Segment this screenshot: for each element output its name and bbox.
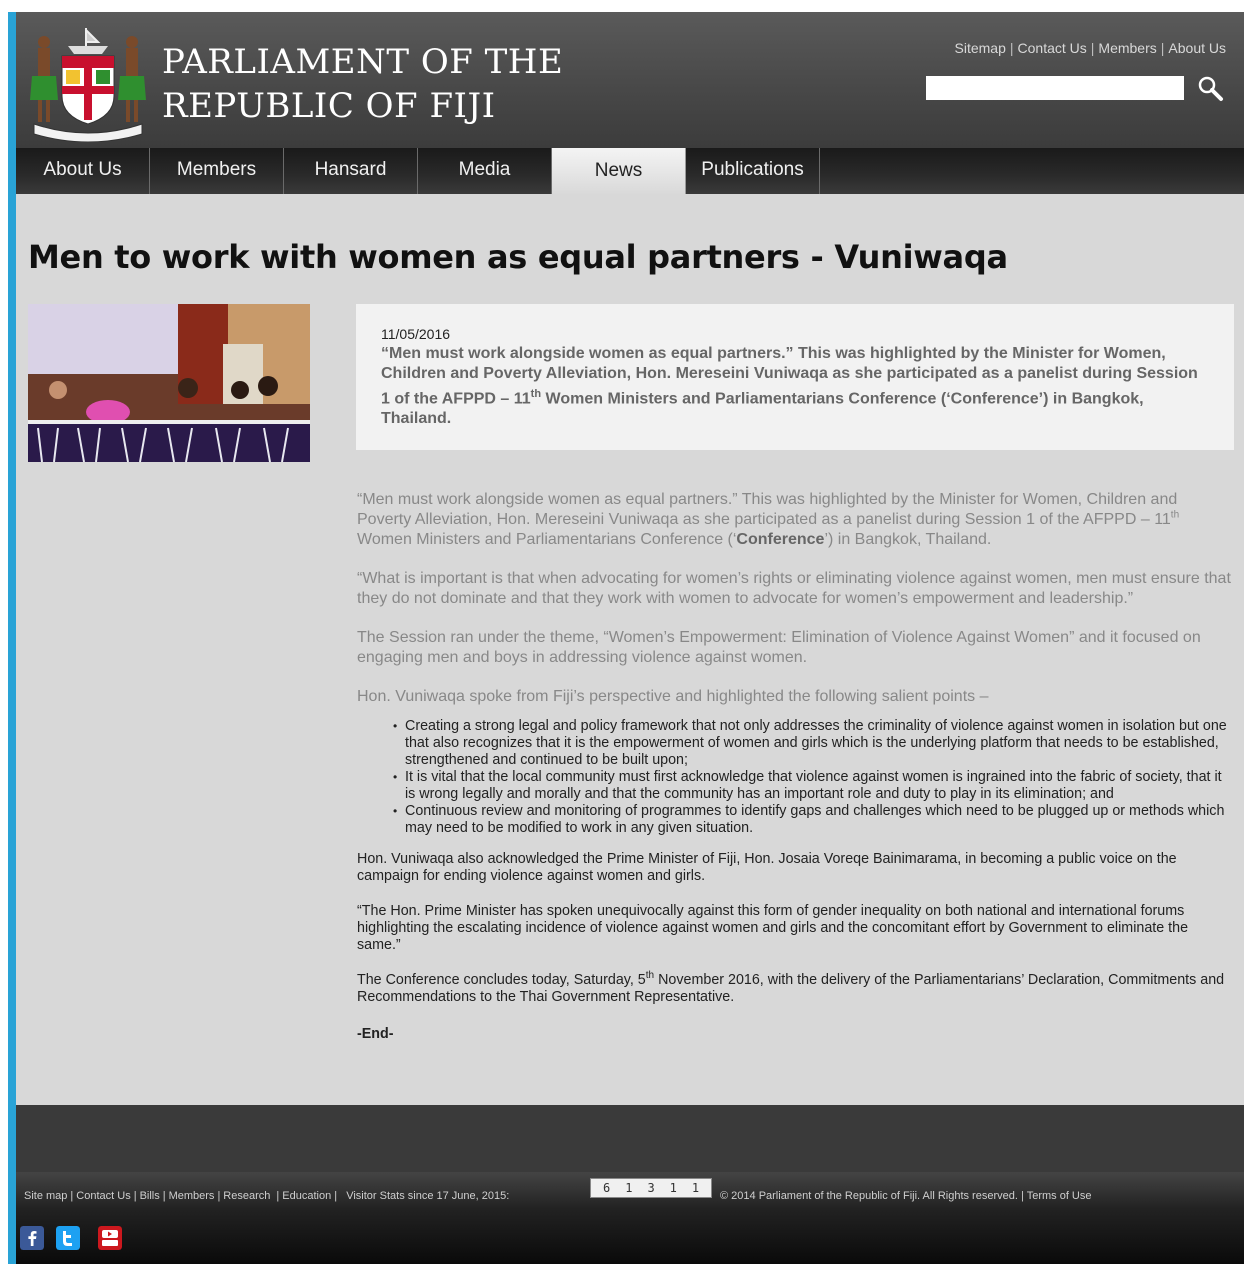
p1-text-b: Women Ministers and Parliamentarians Con… [357,531,737,548]
separator: | [273,1190,280,1202]
facebook-icon[interactable] [20,1226,44,1250]
article-end-marker: -End- [357,1026,394,1042]
separator: | [133,1190,137,1202]
visitor-counter: 61311 [590,1178,712,1198]
separator: | [1009,40,1014,56]
paragraph-7: The Conference concludes today, Saturday… [357,970,1235,1006]
magnifier-icon[interactable] [1196,74,1226,104]
footer-link-bills[interactable]: Bills [140,1190,160,1202]
separator: | [1090,40,1095,56]
visitor-stats-label: Visitor Stats since 17 June, 2015: [346,1190,510,1202]
p1-superscript: th [1170,509,1180,521]
top-links: Sitemap | Contact Us | Members | About Us [955,40,1226,56]
footer-links: Site map | Contact Us | Bills | Members | Resear… [24,1190,509,1202]
separator: | [1160,40,1165,56]
site-title-line2: REPUBLIC OF FIJI [162,86,496,126]
nav-about-us[interactable]: About Us [16,148,150,194]
copyright-text: © 2014 Parliament of the Republic of Fij… [720,1190,1018,1202]
top-link-members[interactable]: Members [1098,40,1156,56]
p1-bold: Conference [736,531,825,548]
footer-link-site-map[interactable]: Site map [24,1190,67,1202]
main-nav: About Us Members Hansard Media News Publ… [16,148,1244,194]
article-body: “Men must work alongside women as equal … [357,490,1235,1063]
paragraph-4: Hon. Vuniwaqa spoke from Fiji’s perspect… [357,688,989,705]
fiji-coat-of-arms-logo[interactable] [28,24,148,142]
nav-news[interactable]: News [552,148,686,194]
p1-text-a: “Men must work alongside women as equal … [357,491,1178,528]
footer-link-contact-us[interactable]: Contact Us [76,1190,130,1202]
separator: | [334,1190,338,1202]
article-lead: “Men must work alongside women as equal … [381,344,1210,429]
list-item: It is vital that the local community mus… [393,769,1235,803]
lead-superscript: th [530,388,542,400]
footer-link-terms-of-use[interactable]: Terms of Use [1027,1190,1092,1202]
site-title[interactable]: PARLIAMENT OF THE REPUBLIC OF FIJI [162,40,563,128]
youtube-icon[interactable] [98,1226,122,1250]
search-input[interactable] [926,76,1184,100]
top-link-contact-us[interactable]: Contact Us [1018,40,1087,56]
article-photo [28,304,310,462]
separator: | [1020,1190,1024,1202]
p1-text-c: ’) in Bangkok, Thailand. [824,531,992,548]
footer-link-research[interactable]: Research [223,1190,270,1202]
article-date: 11/05/2016 [381,326,451,342]
site-title-line1: PARLIAMENT OF THE [162,42,564,82]
nav-members[interactable]: Members [150,148,284,194]
list-item: Creating a strong legal and policy frame… [393,718,1235,769]
paragraph-5: Hon. Vuniwaqa also acknowledged the Prim… [357,851,1177,884]
paragraph-2: “What is important is that when advocati… [357,570,1231,607]
salient-points-list: Creating a strong legal and policy frame… [357,718,1235,837]
p7-superscript: th [645,970,655,982]
article-summary-box: 11/05/2016 “Men must work alongside wome… [356,304,1234,450]
nav-media[interactable]: Media [418,148,552,194]
p7-text-a: The Conference concludes today, Saturday… [357,972,646,988]
paragraph-1: “Men must work alongside women as equal … [357,490,1235,550]
footer-link-education[interactable]: Education [282,1190,331,1202]
nav-publications[interactable]: Publications [686,148,820,194]
top-link-about-us[interactable]: About Us [1168,40,1226,56]
footer-link-members[interactable]: Members [169,1190,215,1202]
nav-hansard[interactable]: Hansard [284,148,418,194]
separator: | [70,1190,74,1202]
top-link-sitemap[interactable]: Sitemap [955,40,1006,56]
paragraph-6: “The Hon. Prime Minister has spoken uneq… [357,903,1189,953]
twitter-icon[interactable] [56,1226,80,1250]
list-item: Continuous review and monitoring of prog… [393,803,1235,837]
article-title: Men to work with women as equal partners… [28,238,1008,276]
separator: | [162,1190,166,1202]
separator: | [217,1190,221,1202]
paragraph-3: The Session ran under the theme, “Women’… [357,629,1201,666]
footer-copyright: © 2014 Parliament of the Republic of Fij… [720,1190,1092,1202]
left-accent-bar [8,12,16,1264]
